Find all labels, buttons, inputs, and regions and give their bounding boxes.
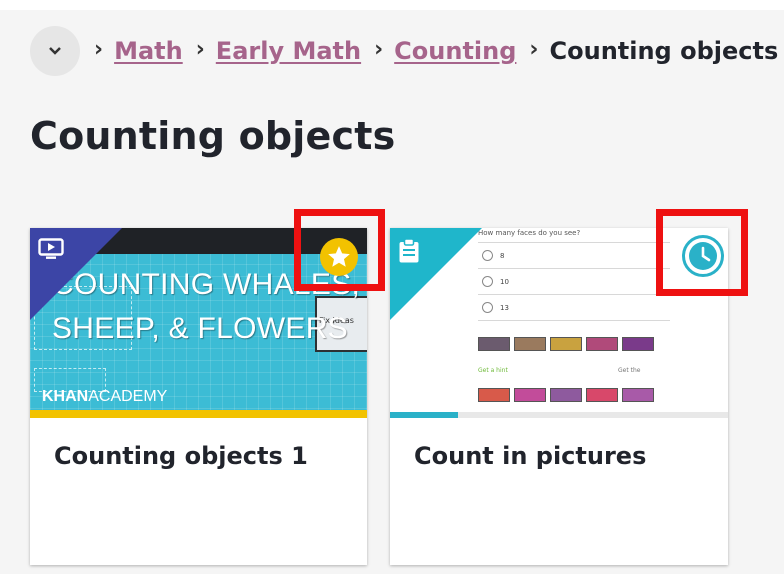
divider: [478, 268, 670, 269]
video-thumbnail: Fix Ideas COUNTING WHALES, SHEEP, & FLOW…: [30, 228, 367, 418]
card-title: Count in pictures: [414, 442, 647, 470]
hint-link-2: Get the: [618, 367, 641, 374]
exercise-thumbnail: How many faces do you see? 8 10 13 Get a…: [390, 228, 728, 418]
breadcrumb-separator: ›: [195, 37, 205, 62]
exercise-progress-fill: [390, 412, 458, 418]
breadcrumb-separator: ›: [374, 37, 384, 62]
card-title: Counting objects 1: [54, 442, 308, 470]
breadcrumb-separator: ›: [94, 37, 104, 62]
top-bar: [0, 0, 784, 10]
breadcrumb-link-early-math[interactable]: Early Math: [216, 37, 361, 65]
clock-icon: [689, 242, 717, 270]
divider: [478, 320, 670, 321]
video-icon: [38, 238, 64, 259]
breadcrumb: › Math › Early Math › Counting › Countin…: [30, 25, 778, 77]
breadcrumb-link-math[interactable]: Math: [114, 37, 183, 65]
divider: [478, 242, 670, 243]
exercise-question: How many faces do you see?: [478, 229, 581, 237]
hint-link: Get a hint: [478, 367, 508, 374]
exercise-progress-bar: [390, 412, 728, 418]
exercise-option: 13: [482, 302, 509, 313]
exercise-option: 8: [482, 250, 504, 261]
thumbnail-bottom-stripe: [30, 410, 367, 418]
page-title: Counting objects: [30, 114, 396, 158]
star-icon: [328, 246, 350, 267]
picture-row: [478, 388, 654, 402]
in-progress-badge: [682, 235, 724, 277]
picture-row: [478, 337, 654, 351]
breadcrumb-toggle-button[interactable]: [30, 26, 80, 76]
chevron-down-icon: [49, 47, 61, 55]
khan-academy-logo: KHANACADEMY: [42, 388, 168, 405]
content-card-video[interactable]: Fix Ideas COUNTING WHALES, SHEEP, & FLOW…: [30, 228, 367, 565]
mastery-star-badge: [320, 238, 358, 276]
breadcrumb-link-counting[interactable]: Counting: [394, 37, 516, 65]
divider: [478, 294, 670, 295]
breadcrumb-separator: ›: [529, 37, 539, 62]
clipboard-icon: [399, 238, 419, 263]
content-card-exercise[interactable]: How many faces do you see? 8 10 13 Get a…: [390, 228, 728, 565]
exercise-option: 10: [482, 276, 509, 287]
breadcrumb-current: Counting objects: [549, 37, 779, 65]
